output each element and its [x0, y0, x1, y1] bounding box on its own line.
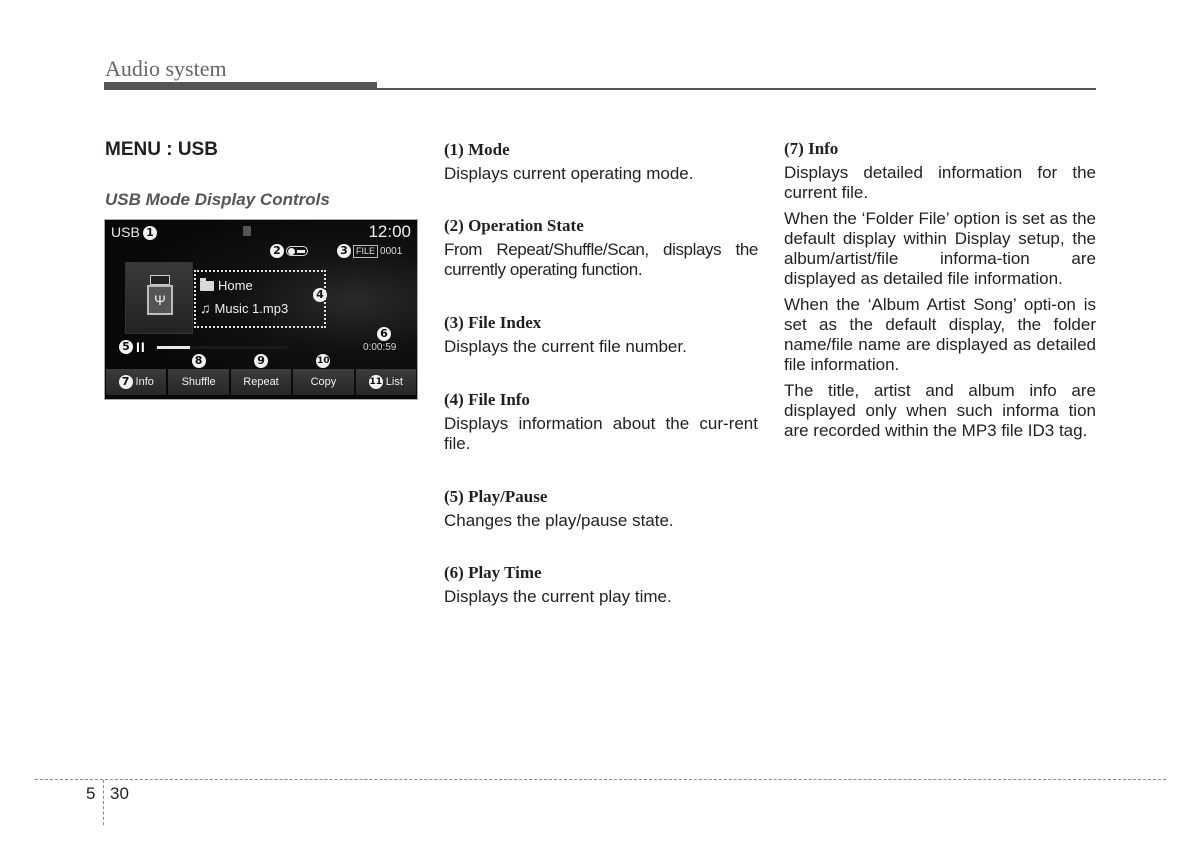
softkey-info: 7 Info	[106, 369, 167, 395]
chapter-number: 5	[86, 784, 96, 803]
item-heading: (4) File Info	[444, 390, 530, 409]
softkey-copy: 10 Copy	[293, 354, 354, 395]
item-mode: (1) Mode Displays current operating mode…	[444, 140, 758, 184]
pause-icon: II	[136, 339, 146, 355]
item-file-index: (3) File Index Displays the current file…	[444, 313, 758, 357]
file-info-box: Home ♫ Music 1.mp3	[194, 270, 326, 328]
file-name: Music 1.mp3	[214, 300, 289, 316]
page-number: 30	[110, 784, 129, 803]
footer-divider	[103, 780, 104, 825]
softkey-label: Copy	[310, 376, 337, 388]
menu-title: MENU : USB	[105, 139, 218, 160]
callout-9: 9	[254, 354, 269, 368]
callout-11: 11	[368, 375, 383, 389]
folder-name: Home	[218, 278, 253, 293]
music-note-icon: ♫	[200, 300, 211, 316]
item-heading: (3) File Index	[444, 313, 542, 332]
callout-7: 7	[118, 375, 133, 389]
item-operation-state: (2) Operation State From Repeat/Shuffle/…	[444, 216, 758, 280]
folder-row: Home	[200, 277, 253, 293]
play-time: 0:00:59	[363, 342, 397, 353]
softkey-repeat: 9 Repeat	[230, 354, 292, 395]
callout-8: 8	[191, 354, 206, 368]
item-heading: (6) Play Time	[444, 563, 542, 582]
item-heading: (5) Play/Pause	[444, 487, 548, 506]
item-text: Displays the current play time.	[444, 587, 672, 606]
callout-10: 10	[316, 354, 331, 368]
usb-icon: Ψ	[147, 285, 173, 315]
section-header-title: Audio system	[105, 56, 227, 81]
callout-2: 2	[270, 244, 284, 258]
play-pause: 5 II	[119, 339, 146, 355]
item-heading: (2) Operation State	[444, 216, 584, 235]
softkey-label: List	[385, 376, 403, 388]
item-text: Displays the current file number.	[444, 337, 687, 356]
file-index: 3 FILE 0001	[337, 244, 402, 258]
item-play-time: (6) Play Time Displays the current play …	[444, 563, 758, 607]
operation-state: 2	[270, 244, 308, 258]
header-rule-thick	[104, 82, 377, 90]
item-text: Changes the play/pause state.	[444, 511, 674, 530]
softkey-shuffle: 8 Shuffle	[168, 354, 229, 395]
album-art: Ψ	[125, 262, 193, 334]
progress-bar	[157, 346, 287, 349]
clock: 12:00	[368, 222, 411, 241]
item-text: Displays information about the cur-rent …	[444, 414, 758, 453]
callout-4: 4	[313, 288, 327, 302]
item-text: When the ‘Folder File’ option is set as …	[784, 209, 1096, 288]
item-play-pause: (5) Play/Pause Changes the play/pause st…	[444, 487, 758, 531]
softkey-bar: 7 Info 8 Shuffle 9 Repeat 10 Copy 11 Lis…	[106, 354, 417, 395]
usb-mode-screen-illustration: USB 1 12:00 2 3 FILE 0001 Ψ Home ♫ Music…	[104, 219, 418, 400]
item-heading: (7) Info	[784, 139, 839, 158]
section-subtitle: USB Mode Display Controls	[105, 190, 330, 209]
status-icon	[243, 226, 251, 236]
folder-icon	[200, 277, 214, 291]
file-index-value: 0001	[380, 245, 403, 257]
usb-plug-icon	[150, 275, 170, 285]
item-text: The title, artist and album info are dis…	[784, 381, 1096, 440]
footer-rule	[35, 779, 1166, 780]
item-text: When the ‘Album Artist Song’ opti-on is …	[784, 295, 1096, 374]
item-text: Displays detailed information for the cu…	[784, 163, 1096, 202]
item-text: From Repeat/Shuffle/Scan, displays the c…	[444, 240, 758, 279]
callout-1: 1	[143, 226, 157, 240]
mode-label: USB	[111, 224, 140, 240]
item-info: (7) Info Displays detailed information f…	[784, 139, 1096, 441]
item-heading: (1) Mode	[444, 140, 510, 159]
header-rule-thin	[377, 88, 1096, 90]
softkey-label: Info	[135, 376, 154, 388]
repeat-one-icon	[286, 246, 308, 256]
progress-fill	[157, 346, 190, 349]
item-text: Displays current operating mode.	[444, 164, 694, 183]
item-file-info: (4) File Info Displays information about…	[444, 390, 758, 454]
softkey-label: Repeat	[243, 376, 279, 388]
softkey-list: 11 List	[355, 369, 417, 395]
callout-5: 5	[119, 340, 133, 354]
callout-6: 6	[377, 327, 391, 341]
file-row: ♫ Music 1.mp3	[200, 300, 288, 316]
callout-3: 3	[337, 244, 351, 258]
file-tag: FILE	[353, 244, 379, 258]
softkey-label: Shuffle	[181, 376, 216, 388]
